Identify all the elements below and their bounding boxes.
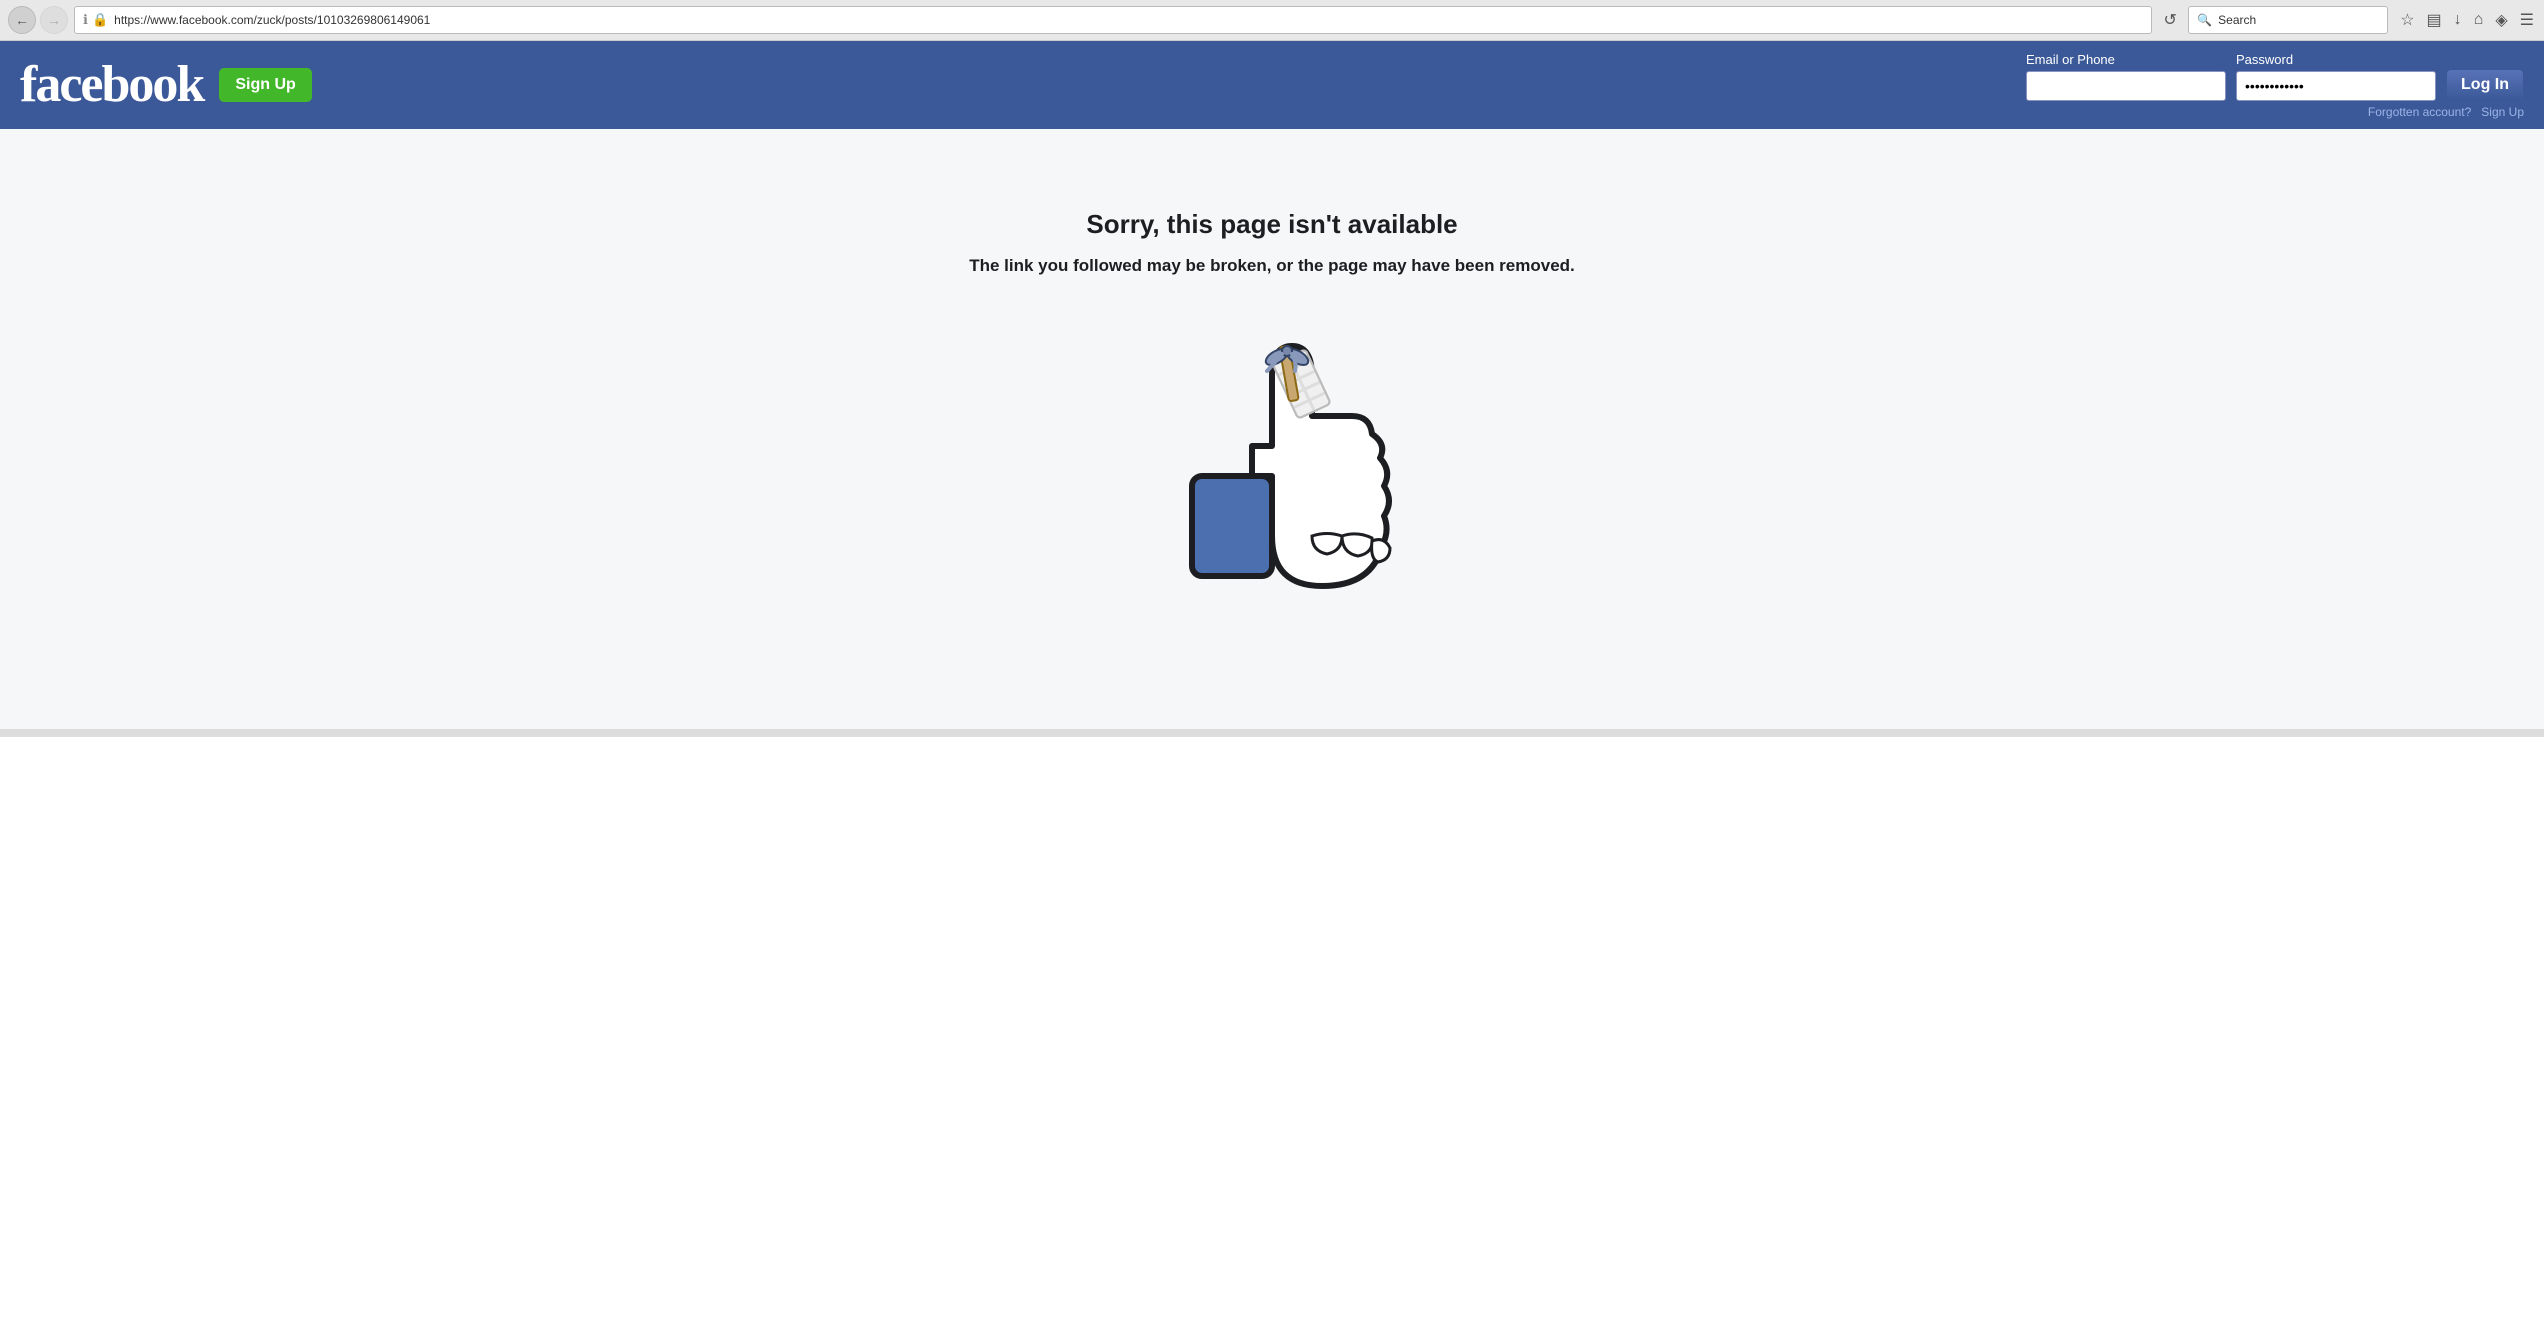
address-bar-icons: ℹ 🔒 — [83, 12, 108, 28]
main-content: Sorry, this page isn't available The lin… — [0, 129, 2544, 729]
signup-button[interactable]: Sign Up — [219, 68, 311, 102]
search-bar: 🔍 — [2188, 6, 2388, 34]
url-input[interactable] — [114, 13, 2143, 27]
facebook-header: facebook Sign Up Email or Phone Password… — [0, 41, 2544, 129]
search-input[interactable] — [2218, 13, 2379, 27]
email-label: Email or Phone — [2026, 52, 2226, 67]
bookmark-button[interactable]: ☆ — [2398, 8, 2416, 32]
home-button[interactable]: ⌂ — [2472, 9, 2486, 31]
logo-section: facebook Sign Up — [20, 59, 312, 111]
lock-icon: 🔒 — [92, 12, 108, 28]
forgotten-account-link[interactable]: Forgotten account? — [2368, 105, 2471, 119]
pocket-button[interactable]: ◈ — [2493, 8, 2509, 32]
facebook-logo: facebook — [20, 59, 203, 111]
forward-button[interactable]: → — [40, 6, 68, 34]
download-button[interactable]: ↓ — [2452, 9, 2464, 31]
password-label: Password — [2236, 52, 2436, 67]
error-title: Sorry, this page isn't available — [1086, 209, 1457, 240]
extra-links: Forgotten account? Sign Up — [2368, 105, 2524, 119]
signup-link[interactable]: Sign Up — [2481, 105, 2524, 119]
login-fields: Email or Phone Password Log In — [2026, 52, 2524, 101]
browser-chrome: ← → ℹ 🔒 ↺ 🔍 ☆ ▤ ↓ ⌂ ◈ ☰ — [0, 0, 2544, 41]
info-icon: ℹ — [83, 12, 88, 28]
browser-toolbar: ← → ℹ 🔒 ↺ 🔍 ☆ ▤ ↓ ⌂ ◈ ☰ — [0, 0, 2544, 40]
password-field-group: Password — [2236, 52, 2436, 101]
address-bar: ℹ 🔒 — [74, 6, 2152, 34]
email-field-group: Email or Phone — [2026, 52, 2226, 101]
broken-thumbs-up-illustration — [1132, 316, 1412, 596]
login-section: Email or Phone Password Log In Forgotten… — [2026, 52, 2524, 119]
toolbar-icons: ☆ ▤ ↓ ⌂ ◈ ☰ — [2398, 8, 2536, 32]
menu-button[interactable]: ☰ — [2518, 8, 2536, 32]
scroll-hint — [0, 729, 2544, 737]
nav-buttons: ← → — [8, 6, 68, 34]
search-icon: 🔍 — [2197, 13, 2212, 27]
password-input[interactable] — [2236, 71, 2436, 101]
login-button[interactable]: Log In — [2446, 69, 2524, 101]
bookmarks-bar-button[interactable]: ▤ — [2425, 8, 2444, 32]
error-subtitle: The link you followed may be broken, or … — [969, 256, 1575, 276]
reload-button[interactable]: ↺ — [2158, 8, 2182, 32]
back-button[interactable]: ← — [8, 6, 36, 34]
email-input[interactable] — [2026, 71, 2226, 101]
